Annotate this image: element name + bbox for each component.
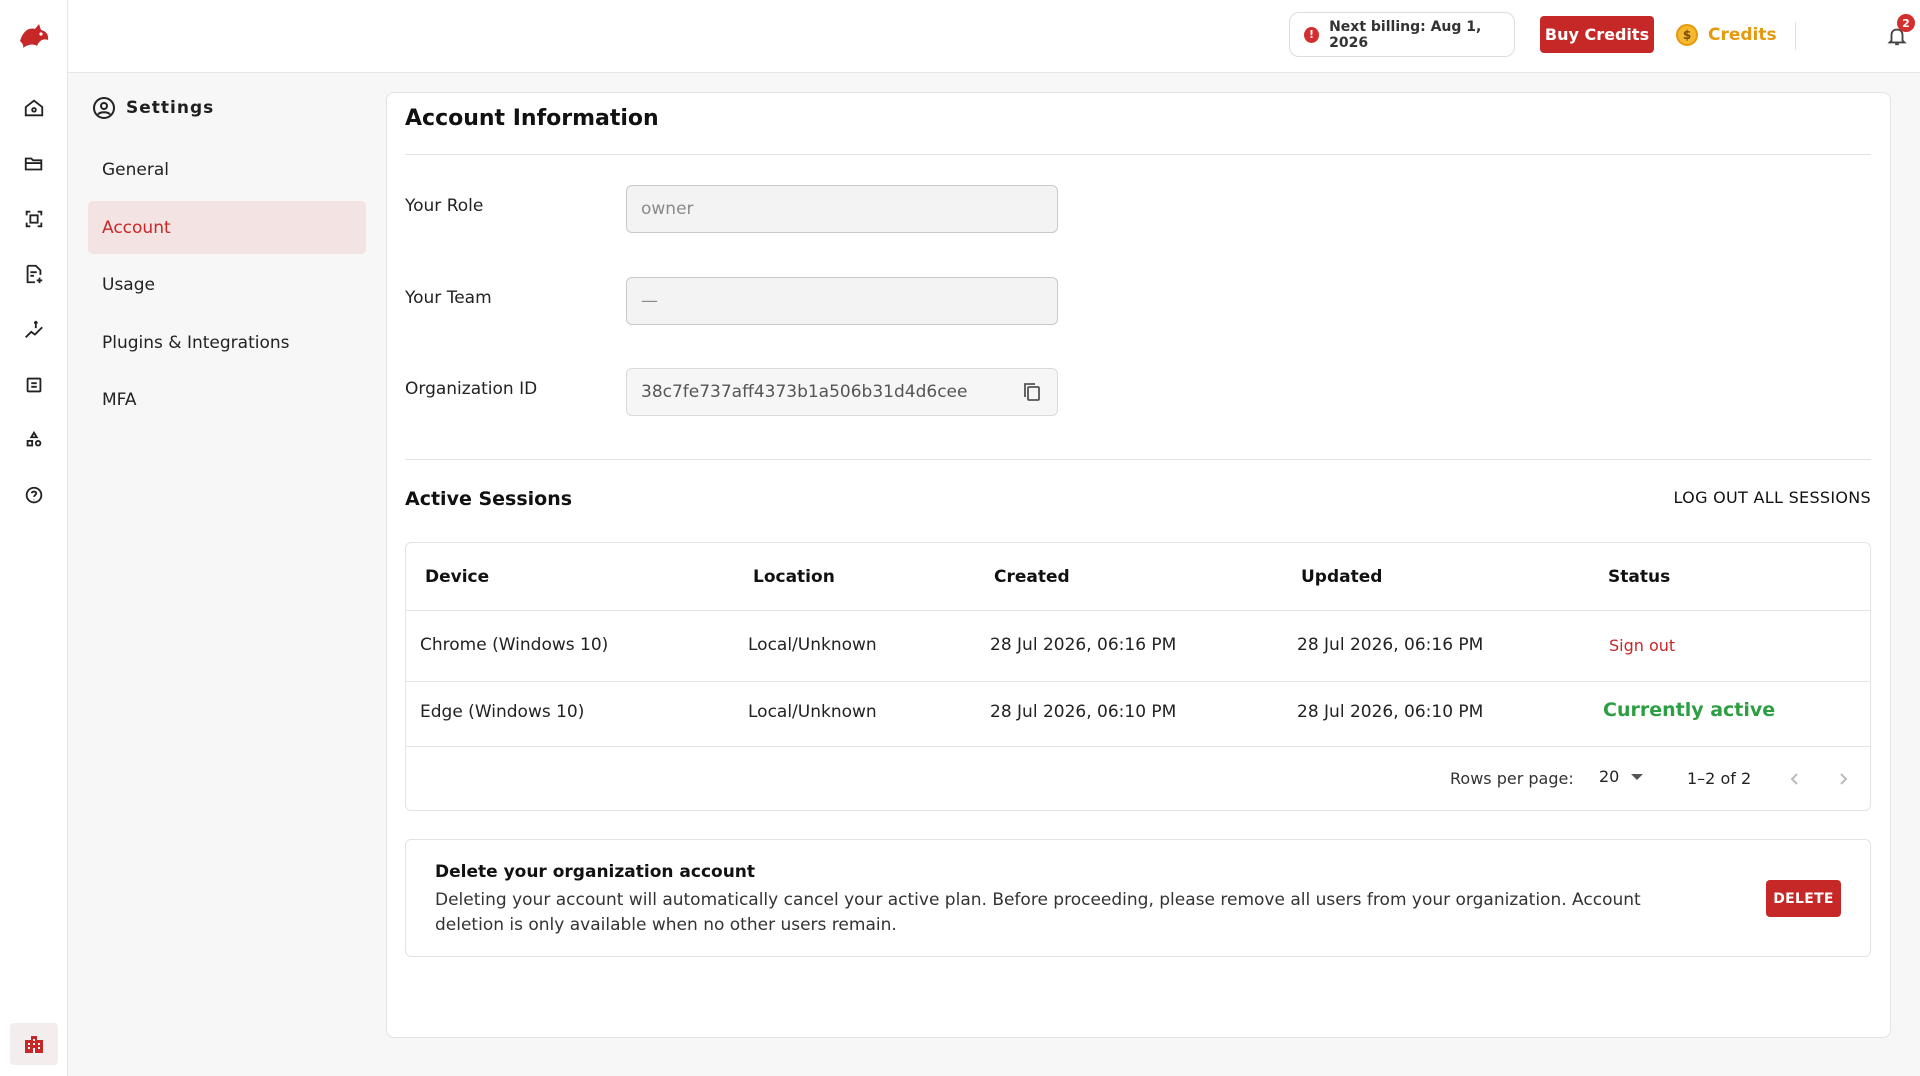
location-cell: Local/Unknown <box>748 635 877 655</box>
created-cell: 28 Jul 2026, 06:16 PM <box>990 635 1177 655</box>
organization-id-label: Organization ID <box>405 379 538 399</box>
rows-per-page-select[interactable]: 20 <box>1599 767 1644 786</box>
nav-item-usage[interactable]: Usage <box>88 258 366 311</box>
chevron-right-icon <box>1840 773 1848 785</box>
table-row: Chrome (Windows 10) Local/Unknown 28 Jul… <box>406 611 1870 682</box>
device-cell: Chrome (Windows 10) <box>420 635 609 655</box>
sessions-table: Device Location Created Updated Status C… <box>405 542 1871 811</box>
nav-item-mfa[interactable]: MFA <box>88 373 366 426</box>
currently-active-status: Currently active <box>1603 699 1776 721</box>
organization-id-value: 38c7fe737aff4373b1a506b31d4d6cee <box>641 382 968 402</box>
alert-icon: ! <box>1304 26 1320 43</box>
delete-button[interactable]: DELETE <box>1766 880 1841 917</box>
calculator-icon[interactable] <box>18 369 50 401</box>
location-cell: Local/Unknown <box>748 702 877 722</box>
rows-per-page-label: Rows per page: <box>1450 769 1574 788</box>
credits-label: Credits <box>1708 25 1777 45</box>
nav-item-general[interactable]: General <box>88 143 366 196</box>
credits-button[interactable]: $ Credits <box>1676 20 1777 50</box>
settings-title: Settings <box>126 98 215 118</box>
table-row: Edge (Windows 10) Local/Unknown 28 Jul 2… <box>406 682 1870 747</box>
nav-item-plugins-integrations[interactable]: Plugins & Integrations <box>88 316 366 369</box>
log-out-all-sessions-button[interactable]: LOG OUT ALL SESSIONS <box>1660 488 1871 507</box>
icon-rail <box>0 0 68 1076</box>
next-page-button[interactable] <box>1829 765 1857 793</box>
scan-icon[interactable] <box>18 203 50 235</box>
divider <box>405 459 1871 460</box>
rows-per-page-value: 20 <box>1599 767 1620 786</box>
logo-icon[interactable] <box>16 18 52 54</box>
column-header-created[interactable]: Created <box>994 567 1070 587</box>
home-icon[interactable] <box>18 92 50 124</box>
billing-icon[interactable] <box>18 314 50 346</box>
billing-text: Next billing: Aug 1, 2026 <box>1329 18 1482 51</box>
delete-organization-panel: Delete your organization account Deletin… <box>405 839 1871 957</box>
delete-organization-title: Delete your organization account <box>435 862 756 882</box>
role-field: owner <box>626 185 1058 233</box>
chevron-left-icon <box>1790 773 1798 785</box>
created-cell: 28 Jul 2026, 06:10 PM <box>990 702 1177 722</box>
settings-heading: Settings <box>92 96 214 120</box>
caret-down-icon <box>1631 773 1644 780</box>
team-field: — <box>626 277 1058 325</box>
buy-credits-button[interactable]: Buy Credits <box>1540 16 1654 53</box>
top-bar: ! Next billing: Aug 1, 2026 Buy Credits … <box>68 0 1920 73</box>
team-label: Your Team <box>405 288 492 308</box>
pagination-range: 1–2 of 2 <box>1687 769 1752 788</box>
column-header-status[interactable]: Status <box>1608 567 1670 587</box>
user-circle-icon <box>93 97 115 119</box>
shapes-icon[interactable] <box>18 424 50 456</box>
folder-icon[interactable] <box>18 148 50 180</box>
account-information-heading: Account Information <box>405 106 659 131</box>
table-pagination: Rows per page: 20 1–2 of 2 <box>406 747 1870 811</box>
column-header-updated[interactable]: Updated <box>1301 567 1382 587</box>
sign-out-link[interactable]: Sign out <box>1609 636 1675 655</box>
role-label: Your Role <box>405 196 484 216</box>
device-cell: Edge (Windows 10) <box>420 702 585 722</box>
column-header-device[interactable]: Device <box>425 567 489 587</box>
divider <box>405 154 1871 155</box>
organization-icon[interactable] <box>10 1023 58 1065</box>
updated-cell: 28 Jul 2026, 06:10 PM <box>1297 702 1484 722</box>
coin-icon: $ <box>1676 24 1698 46</box>
updated-cell: 28 Jul 2026, 06:16 PM <box>1297 635 1484 655</box>
document-add-icon[interactable] <box>18 258 50 290</box>
organization-id-field: 38c7fe737aff4373b1a506b31d4d6cee <box>626 368 1058 416</box>
column-header-location[interactable]: Location <box>753 567 835 587</box>
delete-organization-description: Deleting your account will automatically… <box>435 890 1641 935</box>
table-header: Device Location Created Updated Status <box>406 543 1870 611</box>
copy-icon[interactable] <box>1021 381 1043 403</box>
notification-badge: 2 <box>1897 14 1915 32</box>
notifications-button[interactable]: 2 <box>1881 14 1915 52</box>
active-sessions-heading: Active Sessions <box>405 488 573 510</box>
divider <box>1795 22 1796 50</box>
billing-badge[interactable]: ! Next billing: Aug 1, 2026 <box>1289 12 1515 57</box>
previous-page-button[interactable] <box>1781 765 1809 793</box>
nav-item-account[interactable]: Account <box>88 201 366 254</box>
help-circle-icon[interactable] <box>18 480 50 512</box>
